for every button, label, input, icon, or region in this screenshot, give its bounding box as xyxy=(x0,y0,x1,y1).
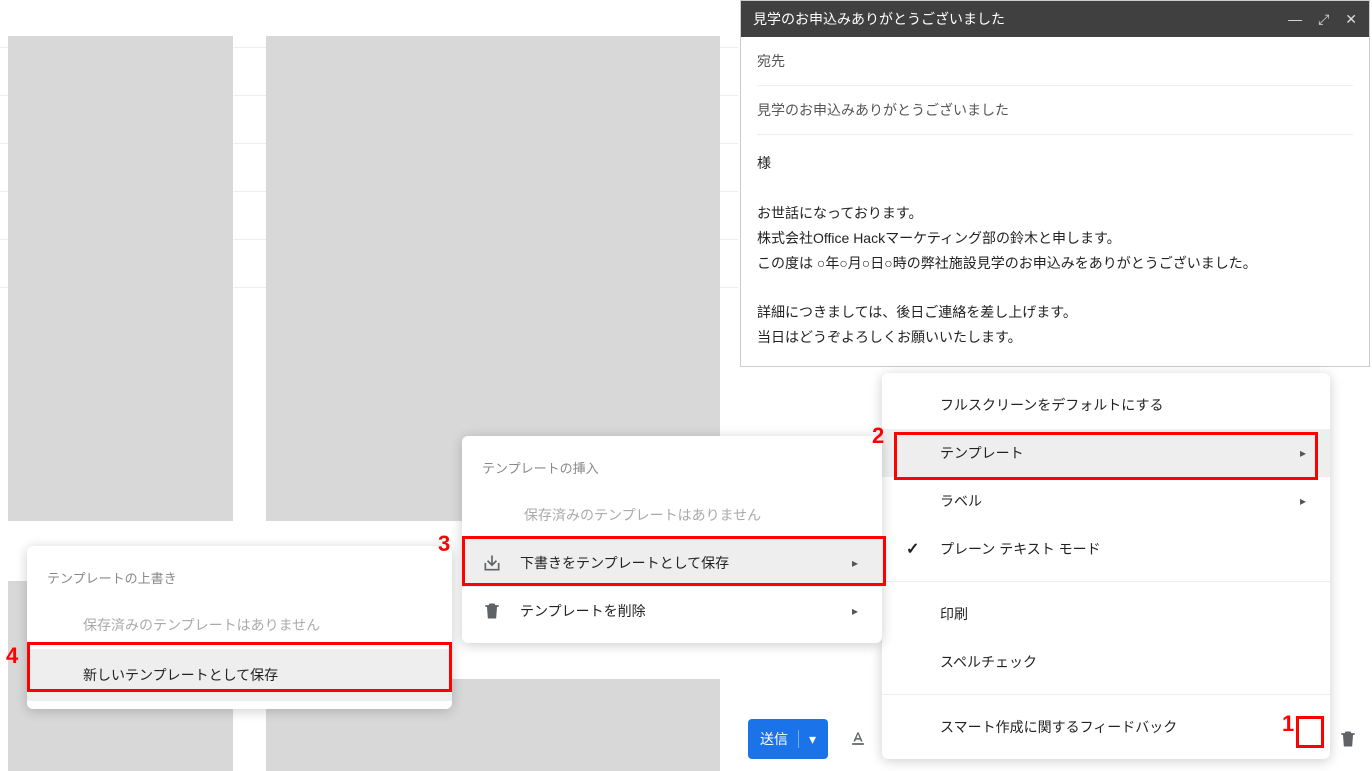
placeholder-block xyxy=(8,36,233,521)
template-empty-text: 保存済みのテンプレートはありません xyxy=(462,491,882,539)
send-dropdown-icon[interactable]: ▾ xyxy=(809,731,816,748)
text-format-icon[interactable] xyxy=(848,729,868,749)
more-options-menu: フルスクリーンをデフォルトにする テンプレート ラベル プレーン テキスト モー… xyxy=(882,373,1330,759)
save-empty-text: 保存済みのテンプレートはありません xyxy=(27,601,452,649)
expand-icon[interactable]: ⤢ xyxy=(1318,11,1329,28)
opt-templates[interactable]: テンプレート xyxy=(882,429,1330,477)
template-insert-header: テンプレートの挿入 xyxy=(462,444,882,491)
template-save-label: 下書きをテンプレートとして保存 xyxy=(520,553,729,573)
body-line: 当日はどうぞよろしくお願いいたします。 xyxy=(757,325,1353,350)
annotation-number-4: 4 xyxy=(6,643,18,669)
annotation-number-3: 3 xyxy=(438,531,450,557)
save-as-new-template[interactable]: 新しいテンプレートとして保存 xyxy=(27,649,452,701)
opt-spellcheck[interactable]: スペルチェック xyxy=(882,638,1330,686)
template-submenu: テンプレートの挿入 保存済みのテンプレートはありません 下書きをテンプレートとし… xyxy=(462,436,882,643)
template-delete[interactable]: テンプレートを削除 xyxy=(462,587,882,635)
opt-plain-text[interactable]: プレーン テキスト モード xyxy=(882,525,1330,573)
annotation-number-1: 1 xyxy=(1282,711,1294,737)
template-delete-label: テンプレートを削除 xyxy=(520,601,646,621)
discard-icon[interactable] xyxy=(1338,729,1358,749)
minimize-icon[interactable]: — xyxy=(1288,11,1302,28)
template-save-draft[interactable]: 下書きをテンプレートとして保存 xyxy=(462,539,882,587)
trash-icon xyxy=(482,601,502,621)
save-overwrite-header: テンプレートの上書き xyxy=(27,554,452,601)
to-field[interactable]: 宛先 xyxy=(757,37,1353,86)
body-line: 様 xyxy=(757,151,1353,176)
send-label: 送信 xyxy=(760,729,788,749)
body-line: 詳細につきましては、後日ご連絡を差し上げます。 xyxy=(757,300,1353,325)
compose-window: 見学のお申込みありがとうございました — ⤢ ✕ 宛先 見学のお申込みありがとう… xyxy=(740,0,1370,367)
body-line: 株式会社Office Hackマーケティング部の鈴木と申します。 xyxy=(757,226,1353,251)
download-icon xyxy=(482,553,502,573)
compose-title: 見学のお申込みありがとうございました xyxy=(753,9,1005,29)
close-icon[interactable]: ✕ xyxy=(1345,11,1357,28)
subject-field[interactable]: 見学のお申込みありがとうございました xyxy=(757,86,1353,135)
compose-body-text[interactable]: 様 お世話になっております。 株式会社Office Hackマーケティング部の鈴… xyxy=(757,135,1353,366)
body-line: お世話になっております。 xyxy=(757,201,1353,226)
opt-print[interactable]: 印刷 xyxy=(882,590,1330,638)
body-line: この度は ○年○月○日○時の弊社施設見学のお申込みをありがとうございました。 xyxy=(757,251,1353,276)
compose-header[interactable]: 見学のお申込みありがとうございました — ⤢ ✕ xyxy=(741,1,1369,37)
opt-smart-compose-feedback[interactable]: スマート作成に関するフィードバック xyxy=(882,703,1330,751)
opt-labels[interactable]: ラベル xyxy=(882,477,1330,525)
send-button[interactable]: 送信 ▾ xyxy=(748,719,828,759)
annotation-number-2: 2 xyxy=(872,423,884,449)
opt-fullscreen-default[interactable]: フルスクリーンをデフォルトにする xyxy=(882,381,1330,429)
save-template-submenu: テンプレートの上書き 保存済みのテンプレートはありません 新しいテンプレートとし… xyxy=(27,546,452,709)
